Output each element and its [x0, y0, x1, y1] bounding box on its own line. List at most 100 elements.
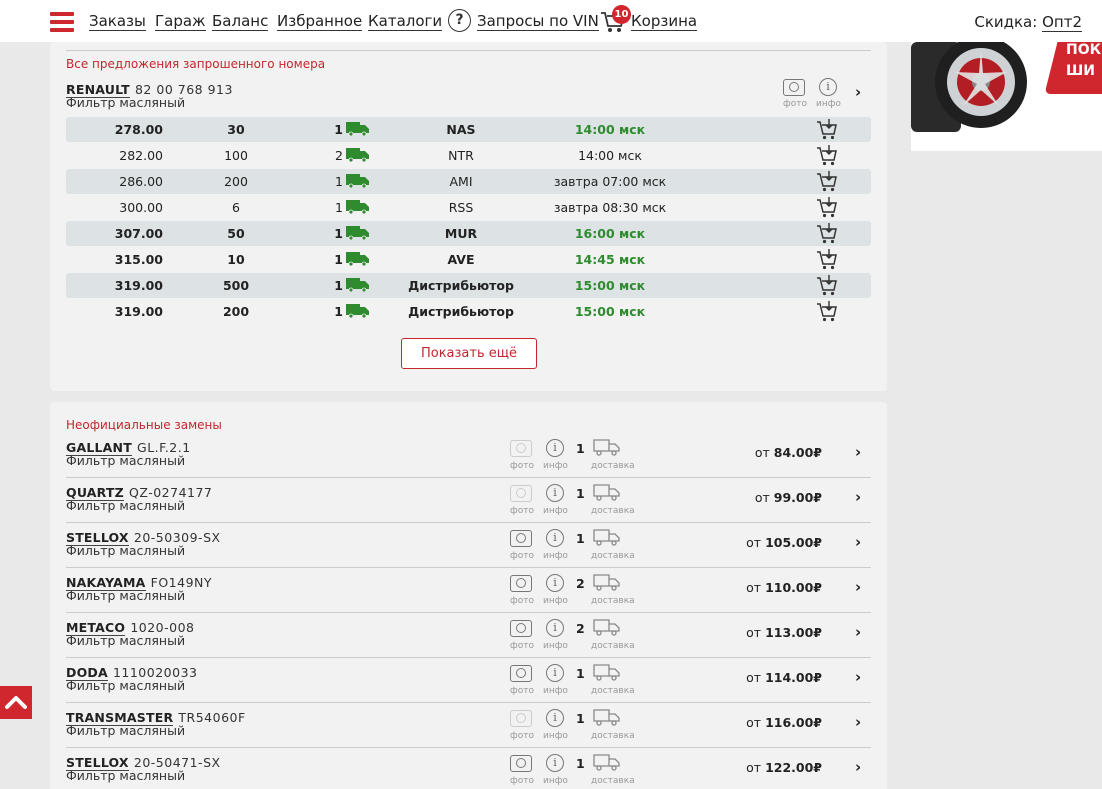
replacement-row[interactable]: QUARTZ QZ-0274177 Фильтр масляный фото i инф… — [66, 478, 871, 523]
camera-icon[interactable] — [510, 485, 532, 502]
info-icon[interactable]: i — [546, 754, 564, 772]
nav-orders-link[interactable]: Заказы — [89, 13, 146, 31]
price-prefix: от — [746, 670, 762, 685]
chevron-right-icon[interactable]: › — [855, 488, 861, 506]
info-caption: инфо — [543, 686, 568, 696]
info-caption: инфо — [543, 731, 568, 741]
replacement-row[interactable]: DODA 1110020033 Фильтр масляный фото i инфо 1… — [66, 658, 871, 703]
add-to-cart-icon[interactable] — [816, 119, 838, 140]
menu-icon[interactable] — [50, 12, 74, 32]
price-prefix: от — [746, 760, 762, 775]
chevron-right-icon[interactable]: › — [855, 578, 861, 596]
tire-ad-banner[interactable]: ПОК ШИ — [911, 42, 1102, 151]
info-caption: инфо — [543, 461, 568, 471]
camera-icon[interactable] — [510, 710, 532, 727]
replacement-row[interactable]: STELLOX 20-50309-SX Фильтр масляный фото i и… — [66, 523, 871, 568]
replacement-row[interactable]: GALLANT GL.F.2.1 Фильтр масляный фото i инфо… — [66, 433, 871, 478]
photo-caption: фото — [510, 641, 534, 651]
question-circle-icon[interactable]: ? — [448, 9, 471, 32]
info-icon[interactable]: i — [546, 574, 564, 592]
replacement-price: от 99.00₽ — [726, 490, 822, 505]
nav-balance-link[interactable]: Баланс — [212, 13, 269, 31]
replacement-price: от 113.00₽ — [726, 625, 822, 640]
delivery-truck-icon — [593, 438, 621, 456]
offer-price: 300.00 — [119, 200, 163, 215]
info-icon[interactable]: i — [546, 709, 564, 727]
camera-icon[interactable] — [510, 575, 532, 592]
replacement-offer-count: 1 — [576, 531, 585, 546]
add-to-cart-icon[interactable] — [816, 145, 838, 166]
camera-icon[interactable] — [510, 440, 532, 457]
discount-value-link[interactable]: Опт2 — [1042, 13, 1082, 32]
replacement-row[interactable]: NAKAYAMA FO149NY Фильтр масляный фото i инфо… — [66, 568, 871, 613]
info-icon[interactable]: i — [546, 619, 564, 637]
offer-delivery-time: 14:45 мск — [574, 252, 646, 267]
offer-delivery-time: 15:00 мск — [574, 278, 646, 293]
offer-row: 282.00 100 2 NTR 14:00 мск — [66, 143, 871, 168]
nav-vin-requests-link[interactable]: Запросы по VIN — [477, 13, 599, 31]
chevron-right-icon[interactable]: › — [855, 443, 861, 461]
replacement-description: Фильтр масляный — [66, 498, 186, 513]
add-to-cart-icon[interactable] — [816, 197, 838, 218]
delivery-truck-icon — [346, 174, 370, 189]
info-caption: инфо — [543, 776, 568, 786]
delivery-truck-icon — [593, 573, 621, 591]
photo-caption: фото — [510, 596, 534, 606]
offer-price: 319.00 — [114, 304, 163, 319]
replacement-price: от 105.00₽ — [726, 535, 822, 550]
offer-price: 315.00 — [114, 252, 163, 267]
add-to-cart-icon[interactable] — [816, 275, 838, 296]
info-icon[interactable]: i — [546, 484, 564, 502]
add-to-cart-icon[interactable] — [816, 301, 838, 322]
replacement-offer-count: 1 — [576, 441, 585, 456]
offer-quantity: 30 — [227, 122, 245, 137]
offer-quantity: 100 — [224, 148, 248, 163]
price-value: 116.00₽ — [765, 715, 822, 730]
photo-caption: фото — [510, 551, 534, 561]
offer-delivery-time: завтра 08:30 мск — [553, 200, 667, 215]
replacement-row[interactable]: STELLOX 20-50471-SX Фильтр масляный фото i и… — [66, 748, 871, 789]
scroll-to-top-button[interactable] — [0, 686, 32, 719]
offer-supplier: Дистрибьютор — [408, 304, 514, 319]
chevron-right-icon[interactable]: › — [855, 83, 861, 101]
chevron-right-icon[interactable]: › — [855, 533, 861, 551]
camera-icon[interactable] — [783, 79, 805, 96]
camera-icon[interactable] — [510, 530, 532, 547]
nav-cart-link[interactable]: Корзина — [631, 13, 698, 31]
price-value: 114.00₽ — [765, 670, 822, 685]
replacement-row[interactable]: TRANSMASTER TR54060F Фильтр масляный фото i… — [66, 703, 871, 748]
info-icon[interactable]: i — [819, 78, 837, 96]
offer-supplier: MUR — [444, 226, 478, 241]
add-to-cart-icon[interactable] — [816, 223, 838, 244]
chevron-right-icon[interactable]: › — [855, 758, 861, 776]
nav-favorites-link[interactable]: Избранное — [277, 13, 363, 31]
replacement-offer-count: 2 — [576, 576, 585, 591]
show-more-button[interactable]: Показать ещё — [401, 338, 537, 369]
chevron-right-icon[interactable]: › — [855, 713, 861, 731]
info-icon[interactable]: i — [546, 529, 564, 547]
chevron-right-icon[interactable]: › — [855, 623, 861, 641]
camera-icon[interactable] — [510, 665, 532, 682]
delivery-truck-icon — [346, 226, 370, 241]
offer-min-count: 1 — [334, 304, 343, 319]
add-to-cart-icon[interactable] — [816, 249, 838, 270]
info-icon[interactable]: i — [546, 439, 564, 457]
replacement-row[interactable]: METACO 1020-008 Фильтр масляный фото i инфо 2… — [66, 613, 871, 658]
delivery-truck-icon — [593, 663, 621, 681]
nav-garage-link[interactable]: Гараж — [155, 13, 206, 31]
camera-icon[interactable] — [510, 755, 532, 772]
offer-delivery-time: 15:00 мск — [574, 304, 646, 319]
nav-catalogs-link[interactable]: Каталоги — [368, 13, 443, 31]
top-navigation: Заказы Гараж Баланс Избранное Каталоги ?… — [0, 0, 1102, 42]
offer-quantity: 10 — [227, 252, 245, 267]
offer-price: 319.00 — [114, 278, 163, 293]
photo-caption: фото — [510, 461, 534, 471]
camera-icon[interactable] — [510, 620, 532, 637]
add-to-cart-icon[interactable] — [816, 171, 838, 192]
delivery-truck-icon — [346, 148, 370, 163]
info-icon[interactable]: i — [546, 664, 564, 682]
replacement-price: от 114.00₽ — [726, 670, 822, 685]
chevron-right-icon[interactable]: › — [855, 668, 861, 686]
offer-row: 319.00 200 1 Дистрибьютор 15:00 мск — [66, 299, 871, 324]
delivery-truck-icon — [593, 753, 621, 771]
